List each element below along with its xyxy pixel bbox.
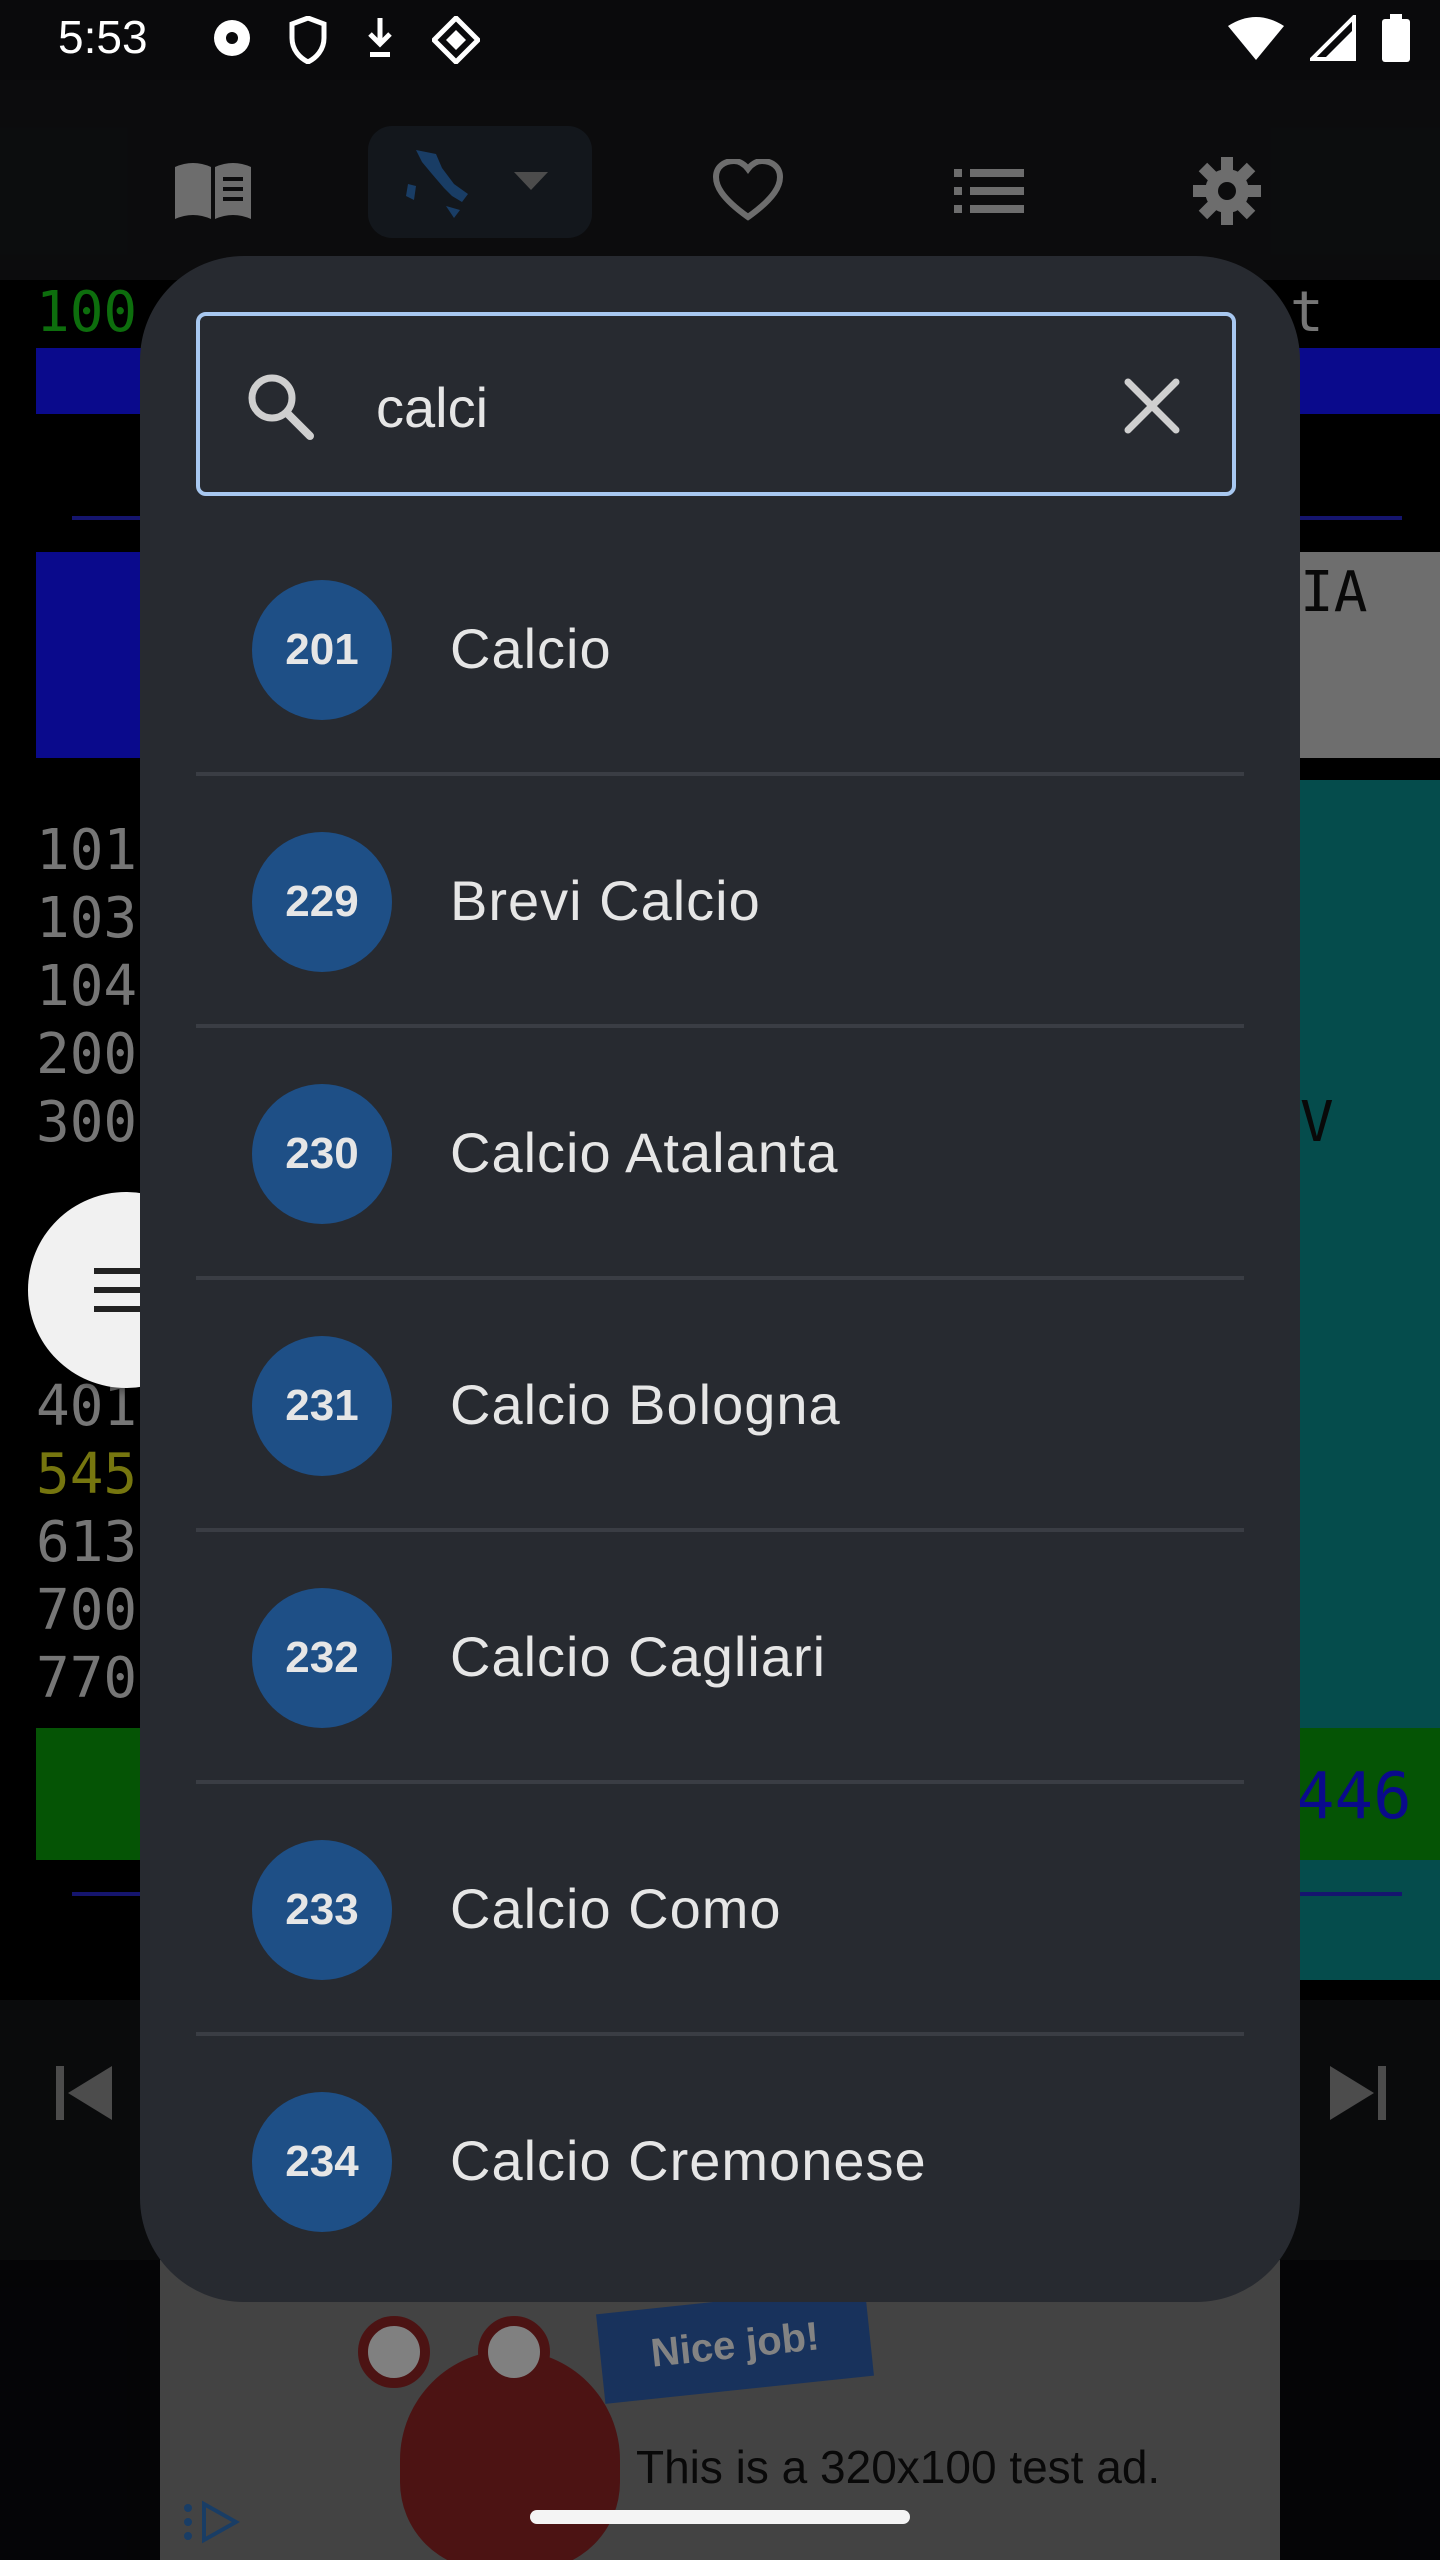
result-label: Calcio Como xyxy=(450,1877,782,1940)
result-label: Calcio xyxy=(450,617,612,680)
result-item[interactable]: 229 Brevi Calcio xyxy=(196,776,1244,1028)
page-number-badge: 229 xyxy=(252,832,392,972)
diamond-icon xyxy=(430,14,482,69)
clear-search-icon[interactable] xyxy=(1116,370,1188,442)
shield-icon xyxy=(288,15,328,69)
page-number-badge: 233 xyxy=(252,1840,392,1980)
result-item[interactable]: 230 Calcio Atalanta xyxy=(196,1028,1244,1280)
page-number-badge: 201 xyxy=(252,580,392,720)
status-notifications xyxy=(210,14,482,69)
search-field[interactable] xyxy=(196,312,1236,496)
result-item[interactable]: 232 Calcio Cagliari xyxy=(196,1532,1244,1784)
cell-signal-icon xyxy=(1307,12,1356,66)
page-number-badge: 234 xyxy=(252,2092,392,2232)
battery-icon xyxy=(1382,14,1410,67)
result-label: Calcio Atalanta xyxy=(450,1121,839,1184)
page-number-badge: 232 xyxy=(252,1588,392,1728)
status-time: 5:53 xyxy=(58,11,148,63)
search-dialog: 201 Calcio 229 Brevi Calcio 230 Calcio A… xyxy=(140,256,1300,2302)
status-bar: 5:53 xyxy=(0,0,1440,80)
result-label: Calcio Cremonese xyxy=(450,2129,927,2192)
status-system-icons xyxy=(1228,12,1410,67)
result-item[interactable]: 231 Calcio Bologna xyxy=(196,1280,1244,1532)
search-icon xyxy=(248,374,314,440)
page-number-badge: 231 xyxy=(252,1336,392,1476)
media-icon xyxy=(210,16,254,69)
download-icon xyxy=(362,16,398,69)
result-label: Calcio Cagliari xyxy=(450,1625,827,1688)
home-indicator[interactable] xyxy=(530,2510,910,2524)
page-number-badge: 230 xyxy=(252,1084,392,1224)
result-item[interactable]: 234 Calcio Cremonese xyxy=(196,2036,1244,2284)
search-results-list: 201 Calcio 229 Brevi Calcio 230 Calcio A… xyxy=(196,524,1244,2284)
result-item[interactable]: 201 Calcio xyxy=(196,524,1244,776)
result-label: Calcio Bologna xyxy=(450,1373,841,1436)
result-item[interactable]: 233 Calcio Como xyxy=(196,1784,1244,2036)
result-label: Brevi Calcio xyxy=(450,869,761,932)
search-input[interactable] xyxy=(374,356,1078,458)
wifi-icon xyxy=(1228,16,1284,65)
